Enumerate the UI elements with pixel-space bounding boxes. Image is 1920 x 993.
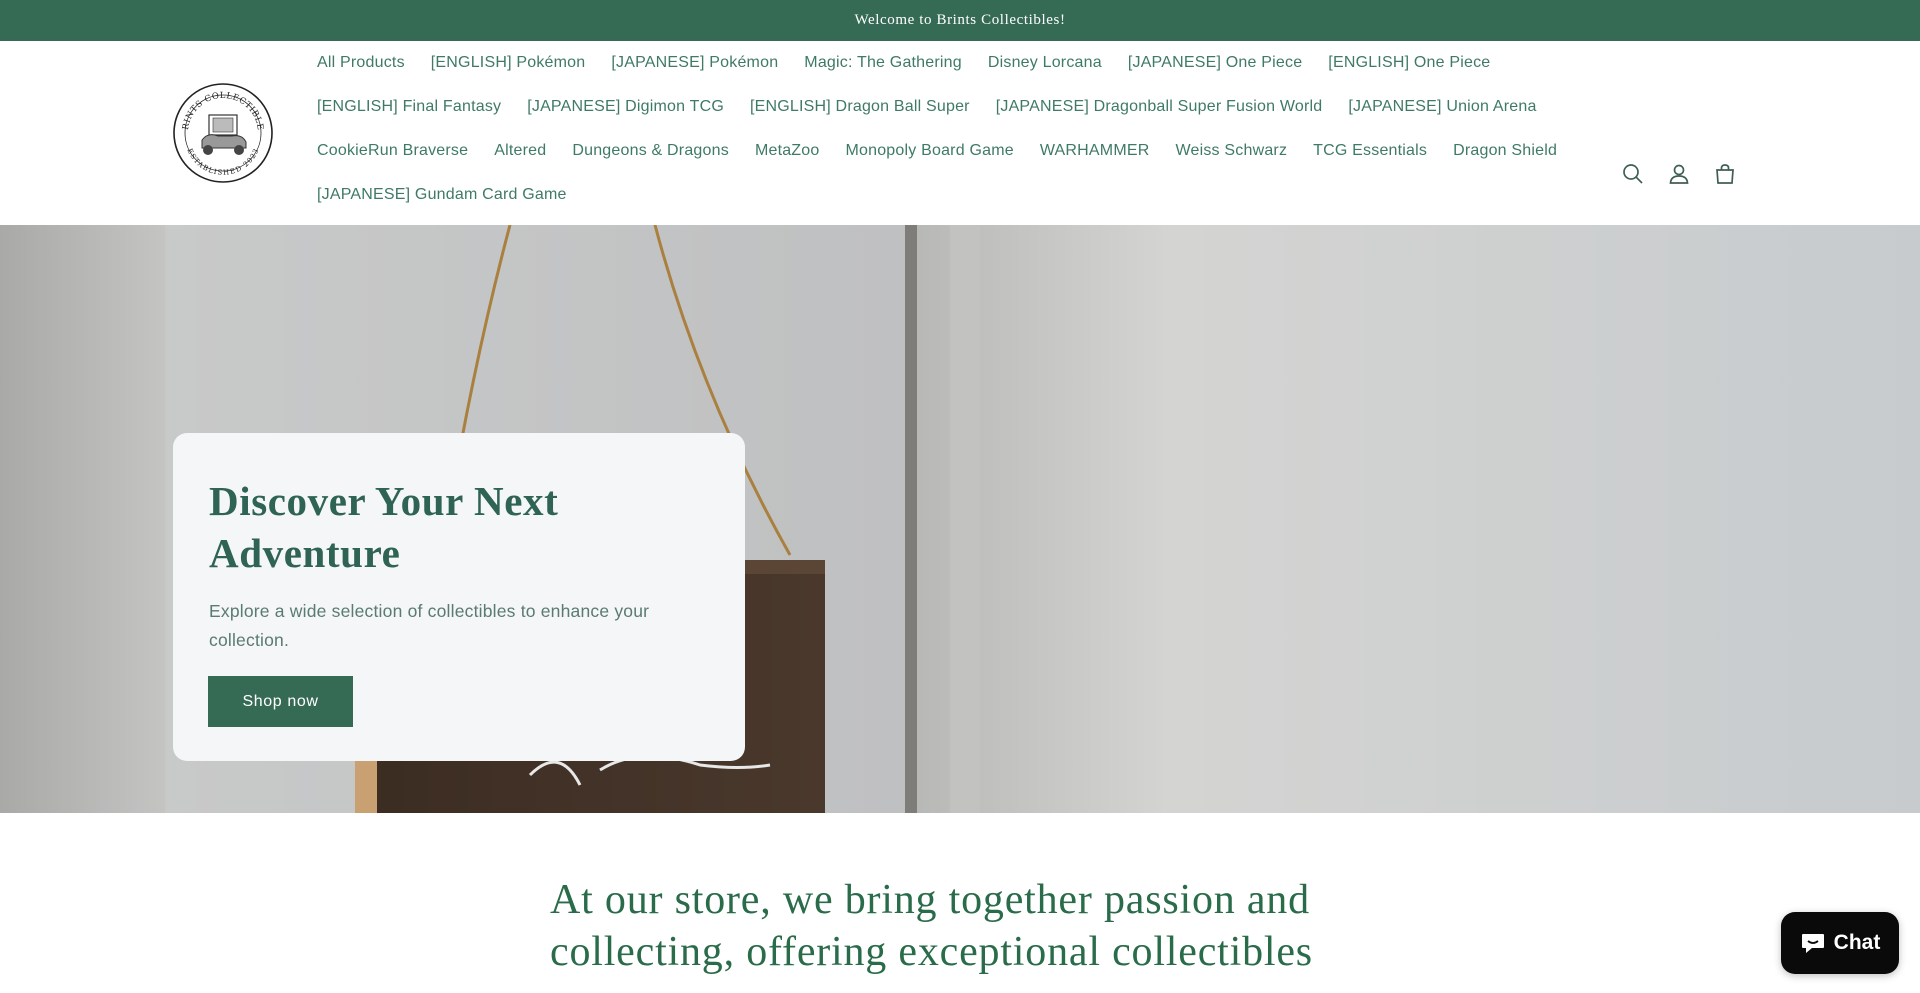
chat-button[interactable]: Chat	[1781, 912, 1899, 974]
nav-item-dragon-shield[interactable]: Dragon Shield	[1440, 142, 1570, 160]
main-navigation: All Products [ENGLISH] Pokémon [JAPANESE…	[304, 41, 1557, 217]
nav-item-altered[interactable]: Altered	[481, 142, 559, 160]
shop-now-button[interactable]: Shop now	[209, 677, 352, 726]
nav-item-magic-the-gathering[interactable]: Magic: The Gathering	[791, 54, 975, 72]
nav-item-tcg-essentials[interactable]: TCG Essentials	[1300, 142, 1440, 160]
announcement-bar: Welcome to Brints Collectibles!	[0, 0, 1920, 41]
nav-item-english-dragon-ball-super[interactable]: [ENGLISH] Dragon Ball Super	[737, 98, 983, 116]
hero-title: Discover Your Next Adventure	[209, 475, 709, 579]
nav-item-japanese-fusion-world[interactable]: [JAPANESE] Dragonball Super Fusion World	[983, 98, 1336, 116]
nav-row: CookieRun Braverse Altered Dungeons & Dr…	[304, 129, 1557, 173]
nav-row: [ENGLISH] Final Fantasy [JAPANESE] Digim…	[304, 85, 1554, 129]
nav-item-monopoly[interactable]: Monopoly Board Game	[832, 142, 1026, 160]
nav-item-japanese-digimon[interactable]: [JAPANESE] Digimon TCG	[514, 98, 737, 116]
hero-title-line-2: Adventure	[209, 530, 401, 576]
nav-item-disney-lorcana[interactable]: Disney Lorcana	[975, 54, 1115, 72]
intro-heading: At our store, we bring together passion …	[550, 874, 1390, 978]
nav-row: [JAPANESE] Gundam Card Game	[304, 173, 1554, 217]
nav-item-japanese-gundam[interactable]: [JAPANESE] Gundam Card Game	[304, 186, 580, 204]
nav-item-all-products[interactable]: All Products	[304, 54, 418, 72]
hero-title-line-1: Discover Your Next	[209, 478, 559, 524]
nav-row: All Products [ENGLISH] Pokémon [JAPANESE…	[304, 41, 1554, 85]
nav-item-cookierun-braverse[interactable]: CookieRun Braverse	[304, 142, 481, 160]
nav-item-english-final-fantasy[interactable]: [ENGLISH] Final Fantasy	[304, 98, 514, 116]
nav-item-metazoo[interactable]: MetaZoo	[742, 142, 833, 160]
logo-badge-icon: BRINTS COLLECTIBLES ESTABLISHED 2023	[169, 75, 273, 183]
cart-icon[interactable]	[1702, 157, 1748, 191]
nav-item-dungeons-dragons[interactable]: Dungeons & Dragons	[559, 142, 742, 160]
nav-item-english-one-piece[interactable]: [ENGLISH] One Piece	[1315, 54, 1503, 72]
account-icon[interactable]	[1656, 157, 1702, 191]
nav-item-japanese-one-piece[interactable]: [JAPANESE] One Piece	[1115, 54, 1315, 72]
nav-item-warhammer[interactable]: WARHAMMER	[1027, 142, 1163, 160]
header-icons	[1610, 157, 1748, 191]
nav-item-japanese-pokemon[interactable]: [JAPANESE] Pokémon	[598, 54, 791, 72]
intro-line-1: At our store, we bring together passion …	[550, 877, 1310, 923]
site-header: BRINTS COLLECTIBLES ESTABLISHED 2023 All…	[0, 41, 1920, 226]
nav-item-english-pokemon[interactable]: [ENGLISH] Pokémon	[418, 54, 599, 72]
chat-label: Chat	[1833, 931, 1881, 954]
hero-description: Explore a wide selection of collectibles…	[209, 601, 650, 650]
intro-line-2: collecting, offering exceptional collect…	[550, 929, 1313, 975]
nav-item-japanese-union-arena[interactable]: [JAPANESE] Union Arena	[1335, 98, 1549, 116]
chat-bubble-icon	[1801, 934, 1824, 953]
search-icon[interactable]	[1610, 157, 1656, 191]
hero-card: Discover Your Next Adventure Explore a w…	[173, 433, 745, 761]
nav-item-weiss-schwarz[interactable]: Weiss Schwarz	[1162, 142, 1300, 160]
hero-banner: Discover Your Next Adventure Explore a w…	[0, 225, 1920, 813]
store-logo[interactable]: BRINTS COLLECTIBLES ESTABLISHED 2023	[169, 75, 274, 184]
announcement-text: Welcome to Brints Collectibles!	[854, 12, 1066, 28]
